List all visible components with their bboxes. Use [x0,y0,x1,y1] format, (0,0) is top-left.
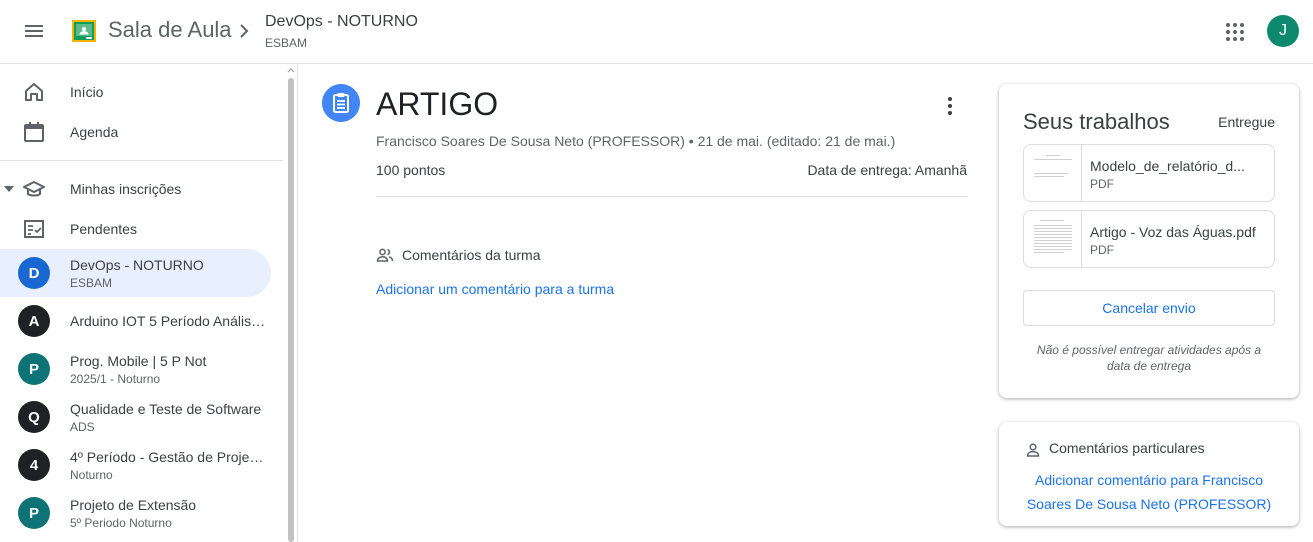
file-thumbnail [1024,145,1082,201]
assignment-title: ARTIGO [376,86,499,122]
user-avatar[interactable]: J [1267,15,1299,47]
caret-down-icon[interactable] [4,185,14,193]
sidebar-item-label: Início [70,84,104,100]
class-avatar: P [18,497,50,529]
assignment-points: 100 pontos [376,162,446,178]
private-comments-title: Comentários particulares [1049,440,1205,456]
your-work-card: Seus trabalhos Entregue Modelo_de_relató… [999,84,1299,398]
class-avatar: Q [18,401,50,433]
sidebar-item-home[interactable]: Início [0,72,271,112]
class-title: Arduino IOT 5 Período Análise e Desenvol… [70,313,266,329]
file-type: PDF [1090,177,1114,191]
person-icon [1026,443,1040,457]
sidebar-item-label: Minhas inscrições [70,181,182,197]
sidebar-class-item[interactable]: D DevOps - NOTURNO ESBAM [0,249,271,297]
unsubmit-button[interactable]: Cancelar envio [1023,290,1275,326]
class-title: Qualidade e Teste de Software [70,401,262,417]
assignment-due-date: Data de entrega: Amanhã [807,162,967,178]
class-subtitle: 2025/1 - Noturno [70,372,161,386]
class-subtitle: 5º Periodo Noturno [70,516,172,530]
add-private-comment-link[interactable]: Adicionar comentário para Francisco Soar… [1019,468,1279,516]
sidebar-class-item[interactable]: 4 4º Período - Gestão de Projetos Noturn… [0,441,271,489]
more-vert-icon[interactable] [940,95,960,117]
class-avatar: 4 [18,449,50,481]
scroll-up-arrow-icon[interactable] [287,66,295,74]
attachment-file[interactable]: Artigo - Voz das Águas.pdf PDF [1023,210,1275,268]
your-work-title: Seus trabalhos [1023,109,1170,134]
sidebar-item-pending[interactable]: Pendentes [0,209,271,249]
sidebar: Início Agenda Minhas inscrições Pendente… [0,64,298,542]
sidebar-class-item[interactable]: A Arduino IOT 5 Período Análise e Desenv… [0,297,271,345]
chevron-right-icon [240,24,249,38]
file-type: PDF [1090,243,1114,257]
checklist-icon [24,220,44,238]
classroom-logo-icon[interactable] [72,19,96,43]
add-class-comment-link[interactable]: Adicionar um comentário para a turma [376,281,614,297]
sidebar-divider [0,160,283,161]
breadcrumb-class-section: ESBAM [265,36,308,50]
assignment-divider [376,196,968,197]
private-comments-card: Comentários particulares Adicionar comen… [999,422,1299,526]
submission-status: Entregue [1218,114,1275,130]
assignment-icon [322,84,360,122]
class-subtitle: ADS [70,420,95,434]
top-app-bar: Sala de Aula DevOps - NOTURNO ESBAM J [0,0,1313,64]
class-title: Projeto de Extensão [70,497,197,513]
file-name: Modelo_de_relatório_d... [1090,158,1245,174]
google-apps-icon[interactable] [1224,21,1246,43]
sidebar-scrollbar[interactable] [285,64,297,542]
scrollbar-thumb[interactable] [288,78,294,542]
calendar-icon [24,122,44,142]
class-comments-title: Comentários da turma [402,247,541,263]
late-submission-note: Não é possível entregar atividades após … [1036,343,1262,373]
assignment-meta: Francisco Soares De Sousa Neto (PROFESSO… [376,133,896,149]
class-title: Prog. Mobile | 5 P Not [70,353,207,369]
class-subtitle: ESBAM [70,276,113,290]
sidebar-item-agenda[interactable]: Agenda [0,112,271,152]
class-title: 4º Período - Gestão de Projetos [70,449,266,465]
sidebar-item-enrolled[interactable]: Minhas inscrições [0,169,271,209]
graduation-cap-icon [23,181,45,197]
class-avatar: A [18,305,50,337]
app-title[interactable]: Sala de Aula [108,17,232,43]
attachment-file[interactable]: Modelo_de_relatório_d... PDF [1023,144,1275,202]
home-icon [25,83,43,101]
breadcrumb-class-name[interactable]: DevOps - NOTURNO [265,13,418,31]
sidebar-item-label: Agenda [70,124,119,140]
class-subtitle: Noturno [70,468,113,482]
file-thumbnail [1024,211,1082,267]
people-icon [376,248,394,262]
sidebar-class-item[interactable]: P Prog. Mobile | 5 P Not 2025/1 - Noturn… [0,345,271,393]
sidebar-class-item[interactable]: Q Qualidade e Teste de Software ADS [0,393,271,441]
main-menu-icon[interactable] [22,22,46,42]
class-avatar: P [18,353,50,385]
class-avatar: D [18,257,50,289]
sidebar-class-item[interactable]: P Projeto de Extensão 5º Periodo Noturno [0,489,271,537]
file-name: Artigo - Voz das Águas.pdf [1090,224,1256,240]
sidebar-item-label: Pendentes [70,221,137,237]
class-title: DevOps - NOTURNO [70,257,204,273]
